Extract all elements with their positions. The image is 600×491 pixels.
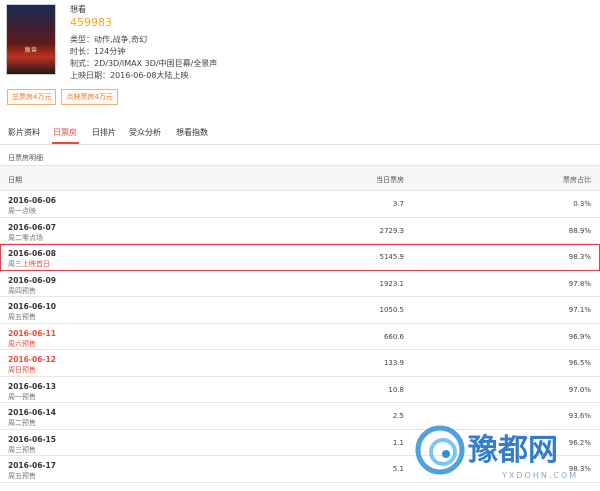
swirl-logo-icon bbox=[415, 425, 465, 475]
tab-daily-box-office[interactable]: 日票房 bbox=[53, 127, 77, 138]
row-note: 周四预售 bbox=[8, 286, 36, 295]
watermark-url: YXDOHN.COM bbox=[501, 471, 578, 480]
row-box-office: 5145.9 bbox=[379, 253, 405, 261]
row-note: 周三上映首日 bbox=[8, 260, 50, 268]
tab-daily-schedule[interactable]: 日排片 bbox=[92, 127, 116, 138]
row-date: 2016-06-07 bbox=[8, 222, 56, 232]
row-note: 周一点映 bbox=[8, 207, 36, 215]
table-row[interactable]: 2016-06-13 周一预售 10.8 97.0% bbox=[0, 377, 600, 403]
row-percentage: 96.5% bbox=[568, 359, 591, 367]
header-box-office: 当日票房 bbox=[376, 176, 404, 184]
row-box-office: 5.1 bbox=[392, 465, 404, 473]
table-row[interactable]: 2016-06-07 周二零点场 2729.3 88.9% bbox=[0, 218, 600, 244]
row-note: 周日预售 bbox=[8, 366, 36, 374]
row-date: 2016-06-15 bbox=[8, 434, 56, 444]
tab-audience-analysis[interactable]: 受众分析 bbox=[129, 127, 161, 138]
row-box-office: 1050.5 bbox=[379, 306, 405, 314]
row-box-office: 660.6 bbox=[383, 332, 404, 341]
row-box-office: 1.1 bbox=[392, 438, 404, 447]
total-box-office-pill[interactable]: 总票房4万元 bbox=[7, 89, 57, 105]
row-percentage: 97.0% bbox=[568, 385, 591, 394]
row-date: 2016-06-12 bbox=[8, 355, 56, 364]
row-box-office: 1923.1 bbox=[379, 279, 405, 288]
row-note: 周五预售 bbox=[8, 313, 36, 321]
row-date: 2016-06-14 bbox=[8, 408, 56, 417]
row-note: 周二预售 bbox=[8, 419, 36, 427]
row-date: 2016-06-09 bbox=[8, 275, 56, 285]
row-box-office: 133.9 bbox=[383, 359, 404, 367]
row-percentage: 97.8% bbox=[568, 279, 591, 288]
row-date: 2016-06-10 bbox=[8, 302, 56, 311]
watermark-text: 豫都网 bbox=[468, 433, 558, 468]
row-note: 周六预售 bbox=[8, 339, 36, 348]
table-row[interactable]: 2016-06-09 周四预售 1923.1 97.8% bbox=[0, 271, 600, 297]
section-title: 日票房明细 bbox=[8, 154, 43, 162]
movie-info: 想看 459983 类型：动作,战争,奇幻 时长：124分钟 制式：2D/3D/… bbox=[70, 4, 217, 82]
want-count: 459983 bbox=[70, 16, 112, 29]
tab-movie-info[interactable]: 影片资料 bbox=[8, 127, 40, 138]
row-percentage: 97.1% bbox=[568, 306, 591, 314]
site-watermark: 豫都网 YXDOHN.COM bbox=[415, 425, 578, 480]
row-date: 2016-06-11 bbox=[8, 328, 56, 338]
row-percentage: 0.3% bbox=[573, 200, 591, 208]
row-box-office: 2.5 bbox=[392, 412, 404, 420]
movie-poster[interactable]: 魔兽 bbox=[6, 4, 56, 75]
row-note: 周三预售 bbox=[8, 445, 36, 454]
row-box-office: 2729.3 bbox=[379, 226, 405, 235]
poster-title: 魔兽 bbox=[24, 47, 38, 54]
want-label: 想看 bbox=[70, 5, 86, 14]
row-box-office: 10.8 bbox=[388, 385, 404, 394]
row-date: 2016-06-06 bbox=[8, 196, 56, 205]
movie-format: 制式：2D/3D/IMAX 3D/中国巨幕/全景声 bbox=[70, 59, 218, 68]
preview-box-office-pill[interactable]: 点映票房4万元 bbox=[61, 89, 118, 105]
row-percentage: 88.9% bbox=[568, 226, 591, 235]
table-row[interactable]: 2016-06-06 周一点映 3.7 0.3% bbox=[0, 191, 600, 218]
row-date: 2016-06-17 bbox=[8, 461, 56, 470]
table-header: 日期 当日票房 票房占比 bbox=[0, 165, 600, 191]
tab-bar: 影片资料 日票房 日排片 受众分析 想看指数 bbox=[0, 122, 600, 145]
row-percentage: 98.3% bbox=[568, 253, 591, 261]
movie-genre: 类型：动作,战争,奇幻 bbox=[70, 35, 148, 44]
row-percentage: 96.9% bbox=[568, 332, 591, 341]
opening-day-label: 上映首日 bbox=[22, 260, 50, 268]
table-row[interactable]: 2016-06-12 周日预售 133.9 96.5% bbox=[0, 350, 600, 377]
row-note: 周五预售 bbox=[8, 472, 36, 480]
movie-runtime: 时长：124分钟 bbox=[70, 47, 126, 56]
tab-want-index[interactable]: 想看指数 bbox=[176, 127, 208, 138]
header-percentage: 票房占比 bbox=[563, 176, 591, 184]
row-note: 周一预售 bbox=[8, 392, 36, 401]
row-date: 2016-06-08 bbox=[8, 249, 56, 258]
row-date: 2016-06-13 bbox=[8, 381, 56, 391]
movie-release-date: 上映日期：2016-06-08大陆上映 bbox=[70, 71, 189, 80]
header-date: 日期 bbox=[8, 176, 22, 184]
table-row[interactable]: 2016-06-10 周五预售 1050.5 97.1% bbox=[0, 297, 600, 324]
box-office-pills: 总票房4万元 点映票房4万元 bbox=[7, 89, 118, 105]
active-tab-underline bbox=[52, 142, 79, 144]
row-note: 周二零点场 bbox=[8, 233, 43, 242]
row-box-office: 3.7 bbox=[392, 200, 404, 208]
table-row-highlighted[interactable]: 2016-06-08 周三上映首日 5145.9 98.3% bbox=[0, 244, 600, 271]
table-row[interactable]: 2016-06-11 周六预售 660.6 96.9% bbox=[0, 324, 600, 350]
